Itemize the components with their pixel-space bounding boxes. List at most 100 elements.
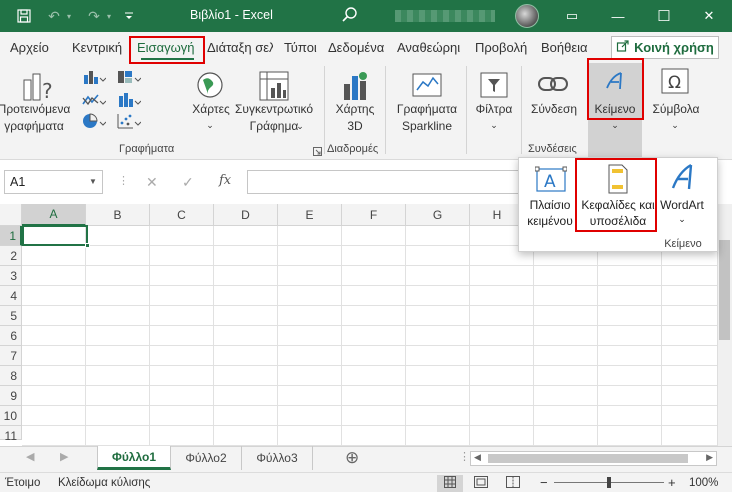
row-header-7[interactable]: 7: [0, 346, 22, 366]
column-header-g[interactable]: G: [406, 204, 470, 226]
cell-grid[interactable]: [22, 226, 717, 446]
symbols-dropdown-icon[interactable]: ⌄: [667, 117, 683, 134]
sheet-tab-3[interactable]: Φύλλο3: [242, 446, 313, 470]
scroll-left-icon[interactable]: ◀: [474, 452, 481, 463]
zoom-in-button[interactable]: +: [668, 475, 676, 490]
page-break-view-icon[interactable]: [506, 476, 520, 491]
symbols-button[interactable]: Σύμβολα: [648, 101, 704, 118]
tab-file[interactable]: Αρχείο: [10, 40, 49, 55]
tab-split-grip-icon[interactable]: ⋮: [459, 450, 470, 463]
header-footer-icon[interactable]: [607, 164, 629, 197]
save-icon[interactable]: [14, 7, 34, 25]
maps-dropdown-icon[interactable]: ⌄: [202, 117, 218, 134]
next-sheet-icon[interactable]: ▶: [60, 450, 68, 463]
scroll-right-icon[interactable]: ▶: [706, 452, 713, 463]
map3d-icon[interactable]: [339, 70, 371, 105]
text-dropdown-icon[interactable]: ⌄: [607, 117, 623, 134]
column-header-h[interactable]: H: [470, 204, 525, 226]
vertical-scrollbar-thumb[interactable]: [719, 240, 730, 340]
filters-dropdown-icon[interactable]: ⌄: [486, 117, 502, 134]
close-button[interactable]: ✕: [686, 0, 732, 32]
row-header-5[interactable]: 5: [0, 306, 22, 326]
pivotchart-icon[interactable]: [258, 70, 290, 105]
textbox-button[interactable]: Πλαίσιο κειμένου: [521, 197, 579, 229]
row-header-8[interactable]: 8: [0, 366, 22, 386]
redo-dropdown-icon[interactable]: ▾: [104, 7, 114, 25]
tab-page-layout[interactable]: Διάταξη σελ: [207, 40, 273, 55]
pie-chart-icon[interactable]: [82, 113, 107, 132]
wordart-icon[interactable]: [669, 162, 697, 195]
filters-icon[interactable]: [479, 70, 509, 103]
zoom-out-button[interactable]: −: [540, 475, 548, 490]
statistic-chart-icon[interactable]: [117, 92, 142, 111]
tab-view[interactable]: Προβολή: [475, 40, 527, 55]
text-icon[interactable]: [603, 70, 627, 95]
active-cell-a1[interactable]: [22, 225, 88, 246]
normal-view-icon[interactable]: [437, 475, 463, 492]
tab-review[interactable]: Αναθεώρηι: [397, 40, 467, 55]
tab-insert[interactable]: Εισαγωγή: [137, 40, 194, 55]
add-sheet-icon[interactable]: ⊕: [345, 448, 359, 468]
column-header-e[interactable]: E: [278, 204, 342, 226]
formula-bar-grip-icon[interactable]: ⋮: [118, 174, 129, 187]
tab-data[interactable]: Δεδομένα: [328, 40, 384, 55]
maximize-button[interactable]: ☐: [641, 0, 687, 32]
column-header-d[interactable]: D: [214, 204, 278, 226]
header-footer-button[interactable]: Κεφαλίδες και υποσέλιδα: [577, 197, 659, 229]
undo-dropdown-icon[interactable]: ▾: [64, 7, 74, 25]
tab-help[interactable]: Βοήθεια: [541, 40, 588, 55]
sparklines-button[interactable]: Γραφήματα Sparkline: [388, 101, 466, 135]
row-header-6[interactable]: 6: [0, 326, 22, 346]
insert-function-icon[interactable]: fx: [219, 173, 231, 188]
tab-formulas[interactable]: Τύποι: [284, 40, 317, 55]
zoom-level[interactable]: 100%: [689, 477, 718, 489]
sheet-tab-1[interactable]: Φύλλο1: [97, 446, 171, 470]
tab-home[interactable]: Κεντρική: [72, 40, 122, 55]
row-header-1[interactable]: 1: [0, 226, 22, 246]
sheet-tab-2[interactable]: Φύλλο2: [171, 446, 242, 470]
recommended-charts-button[interactable]: Προτεινόμενα γραφήματα: [0, 101, 74, 135]
share-button[interactable]: Κοινή χρήση: [611, 36, 719, 59]
hierarchy-chart-icon[interactable]: [117, 69, 142, 88]
symbols-icon[interactable]: Ω: [661, 68, 689, 97]
fill-handle[interactable]: [85, 243, 90, 248]
avatar[interactable]: [515, 4, 539, 28]
row-header-4[interactable]: 4: [0, 286, 22, 306]
previous-sheet-icon[interactable]: ◀: [26, 450, 34, 463]
minimize-button[interactable]: —: [595, 0, 641, 32]
charts-dialog-launcher-icon[interactable]: [313, 145, 322, 159]
column-header-f[interactable]: F: [342, 204, 406, 226]
row-header-11[interactable]: 11: [0, 426, 22, 443]
map3d-button[interactable]: Χάρτης 3D: [330, 101, 380, 135]
ribbon-display-options-icon[interactable]: ▭: [549, 0, 595, 32]
column-header-c[interactable]: C: [150, 204, 214, 226]
maps-icon[interactable]: [195, 70, 225, 103]
column-header-a[interactable]: A: [22, 204, 86, 226]
pivotchart-dropdown-icon[interactable]: ⌄: [292, 118, 308, 135]
enter-icon[interactable]: ✓: [182, 174, 194, 191]
scatter-chart-icon[interactable]: [117, 113, 142, 132]
undo-icon[interactable]: ↶: [44, 7, 64, 25]
row-header-2[interactable]: 2: [0, 246, 22, 266]
horizontal-scrollbar-thumb[interactable]: [488, 454, 688, 463]
filters-button[interactable]: Φίλτρα: [469, 101, 519, 118]
column-header-b[interactable]: B: [86, 204, 150, 226]
row-header-3[interactable]: 3: [0, 266, 22, 286]
link-icon[interactable]: [537, 72, 569, 99]
customize-toolbar-icon[interactable]: [122, 7, 136, 25]
select-all-corner[interactable]: [0, 204, 22, 226]
redo-icon[interactable]: ↷: [84, 7, 104, 25]
link-button[interactable]: Σύνδεση: [526, 101, 582, 118]
page-layout-view-icon[interactable]: [474, 476, 488, 491]
wordart-dropdown-icon[interactable]: ⌄: [674, 211, 690, 227]
cancel-icon[interactable]: ✕: [146, 174, 158, 191]
row-header-9[interactable]: 9: [0, 386, 22, 406]
text-button[interactable]: Κείμενο: [588, 101, 642, 118]
textbox-icon[interactable]: A: [534, 166, 568, 197]
horizontal-scrollbar[interactable]: ◀ ▶: [470, 451, 717, 466]
zoom-slider-thumb[interactable]: [607, 477, 611, 488]
row-header-10[interactable]: 10: [0, 406, 22, 426]
name-box-dropdown-icon[interactable]: ▼: [89, 177, 97, 186]
search-icon[interactable]: [340, 5, 360, 25]
line-chart-icon[interactable]: [82, 92, 107, 111]
